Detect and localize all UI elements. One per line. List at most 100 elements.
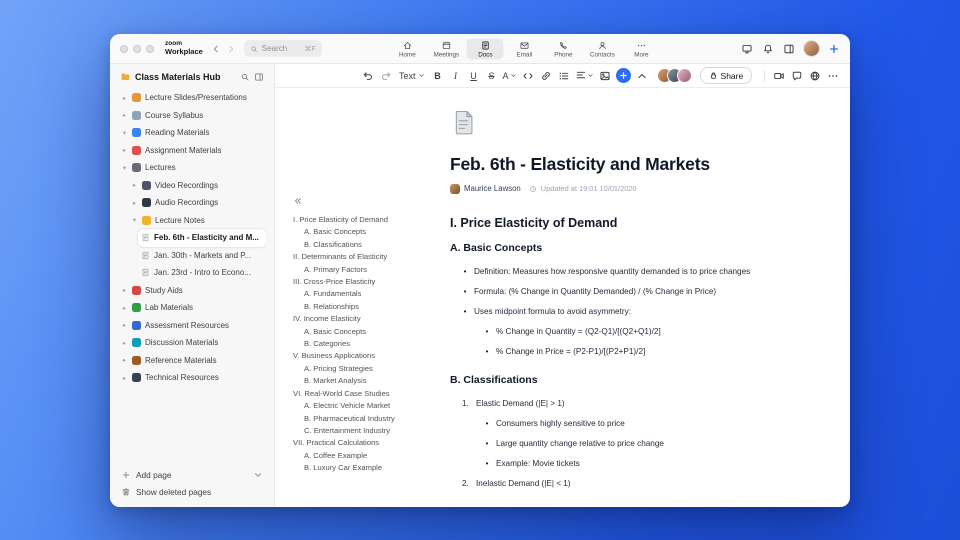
translate-button[interactable]	[808, 68, 822, 84]
outline-item-a-coffee-example[interactable]: A. Coffee Example	[293, 450, 445, 462]
tree-item-jan-30th-markets-and-p[interactable]: Jan. 30th - Markets and P...	[138, 247, 266, 265]
tree-item-assessment-resources[interactable]: ▸ Assessment Resources	[118, 317, 266, 335]
insert-block-button[interactable]	[615, 68, 631, 83]
collaborator-avatars[interactable]	[656, 68, 692, 83]
italic-button[interactable]: I	[449, 68, 463, 84]
chevron-right-icon[interactable]: ▸	[121, 356, 128, 364]
notifications-icon[interactable]	[762, 43, 774, 55]
tree-item-reference-materials[interactable]: ▸ Reference Materials	[118, 352, 266, 370]
outline-item-a-basic-concepts[interactable]: A. Basic Concepts	[293, 326, 445, 338]
tree-item-course-syllabus[interactable]: ▸ Course Syllabus	[118, 107, 266, 125]
outline-item-a-fundamentals[interactable]: A. Fundamentals	[293, 288, 445, 300]
tree-item-assignment-materials[interactable]: ▸ Assignment Materials	[118, 142, 266, 160]
comments-button[interactable]	[790, 68, 804, 84]
tree-item-lecture-slides-presentations[interactable]: ▸ Lecture Slides/Presentations	[118, 89, 266, 107]
tree-item-discussion-materials[interactable]: ▸ Discussion Materials	[118, 334, 266, 352]
chevron-right-icon[interactable]: ▸	[121, 94, 128, 102]
chevron-right-icon[interactable]: ▸	[121, 304, 128, 312]
tree-item-jan-23rd-intro-to-econo[interactable]: Jan. 23rd - Intro to Econo...	[138, 264, 266, 282]
chevron-right-icon[interactable]: ▸	[121, 111, 128, 119]
share-button[interactable]: Share	[699, 67, 753, 84]
outline-item-b-market-analysis[interactable]: B. Market Analysis	[293, 375, 445, 387]
tab-meetings[interactable]: Meetings	[428, 38, 465, 59]
text-style-dropdown[interactable]: Text	[397, 68, 427, 84]
bullet-item[interactable]: • Definition: Measures how responsive qua…	[450, 266, 828, 278]
outline-item-b-luxury-car-example[interactable]: B. Luxury Car Example	[293, 462, 445, 474]
outline-item-a-pricing-strategies[interactable]: A. Pricing Strategies	[293, 363, 445, 375]
tab-phone[interactable]: Phone	[545, 38, 582, 59]
show-deleted-pages-button[interactable]: Show deleted pages	[118, 485, 266, 499]
toggle-panel-icon[interactable]	[783, 43, 795, 55]
outline-item-b-pharmaceutical-industry[interactable]: B. Pharmaceutical Industry	[293, 413, 445, 425]
chevron-right-icon[interactable]: ▸	[131, 199, 138, 207]
chevron-down-icon[interactable]: ▾	[121, 129, 128, 137]
maximize-window-button[interactable]	[146, 44, 154, 53]
tree-item-audio-recordings[interactable]: ▸ Audio Recordings	[128, 194, 266, 212]
chevron-right-icon[interactable]: ▸	[131, 181, 138, 189]
bullet-item[interactable]: •% Change in Price = (P2-P1)/[(P2+P1)/2]	[450, 346, 828, 358]
subsection-heading[interactable]: B. Classifications	[450, 374, 828, 386]
outline-item-ii-determinants-of-elasticity[interactable]: II. Determinants of Elasticity	[293, 251, 445, 263]
strikethrough-button[interactable]: S	[485, 68, 499, 84]
outline-item-c-entertainment-industry[interactable]: C. Entertainment Industry	[293, 425, 445, 437]
sidebar-collapse-icon[interactable]	[254, 72, 264, 82]
sidebar-search-icon[interactable]	[240, 72, 250, 82]
outline-item-b-relationships[interactable]: B. Relationships	[293, 301, 445, 313]
bold-button[interactable]: B	[431, 68, 445, 84]
user-avatar[interactable]	[804, 41, 819, 56]
bullet-list-button[interactable]	[557, 68, 571, 84]
tree-item-reading-materials[interactable]: ▾ Reading Materials	[118, 124, 266, 142]
tab-home[interactable]: Home	[389, 38, 426, 59]
bullet-item[interactable]: • Consumers highly sensitive to price	[450, 418, 828, 430]
chevron-right-icon[interactable]: ▸	[121, 321, 128, 329]
new-item-button[interactable]	[828, 43, 840, 55]
insert-image-button[interactable]	[598, 68, 612, 84]
tab-docs[interactable]: Docs	[466, 38, 504, 59]
tree-item-study-aids[interactable]: ▸ Study Aids	[118, 282, 266, 300]
forward-button[interactable]	[226, 44, 236, 54]
tab-contacts[interactable]: Contacts	[584, 38, 621, 59]
collapse-toolbar-button[interactable]	[635, 68, 649, 84]
tab-email[interactable]: Email	[506, 38, 543, 59]
chevron-down-icon[interactable]: ▾	[121, 164, 128, 172]
chevron-right-icon[interactable]: ▸	[121, 339, 128, 347]
subsection-heading[interactable]: A. Basic Concepts	[450, 242, 828, 254]
numbered-item[interactable]: 2. Inelastic Demand (|E| < 1)	[450, 478, 828, 490]
numbered-item[interactable]: 1. Elastic Demand (|E| > 1)	[450, 398, 828, 410]
minimize-window-button[interactable]	[133, 44, 141, 53]
tree-item-technical-resources[interactable]: ▸ Technical Resources	[118, 369, 266, 387]
outline-item-iv-income-elasticity[interactable]: IV. Income Elasticity	[293, 313, 445, 325]
devices-icon[interactable]	[741, 43, 753, 55]
tree-item-lectures[interactable]: ▾ Lectures	[118, 159, 266, 177]
code-button[interactable]	[521, 68, 535, 84]
chevron-right-icon[interactable]: ▸	[121, 286, 128, 294]
outline-item-iii-cross-price-elasticity[interactable]: III. Cross-Price Elasticity	[293, 276, 445, 288]
close-window-button[interactable]	[120, 44, 128, 53]
chevron-down-icon[interactable]: ▾	[131, 216, 138, 224]
outline-item-v-business-applications[interactable]: V. Business Applications	[293, 350, 445, 362]
bullet-item[interactable]: •% Change in Quantity = (Q2-Q1)/[(Q2+Q1)…	[450, 326, 828, 338]
bullet-item[interactable]: • Uses midpoint formula to avoid asymmetr…	[450, 306, 828, 318]
document-title[interactable]: Feb. 6th - Elasticity and Markets	[450, 154, 828, 174]
author-name[interactable]: Maurice Lawson	[464, 184, 521, 193]
outline-item-vi-real-world-case-studies[interactable]: VI. Real-World Case Studies	[293, 388, 445, 400]
add-page-options-icon[interactable]	[253, 470, 263, 480]
bullet-item[interactable]: • Example: Movie tickets	[450, 458, 828, 470]
start-video-button[interactable]	[772, 68, 786, 84]
undo-button[interactable]	[361, 68, 375, 84]
outline-item-b-classifications[interactable]: B. Classifications	[293, 239, 445, 251]
bullet-item[interactable]: • Formula: (% Change in Quantity Demanded…	[450, 286, 828, 298]
global-search-input[interactable]: Search ⌘F	[243, 40, 322, 57]
chevron-right-icon[interactable]: ▸	[121, 374, 128, 382]
outline-item-a-primary-factors[interactable]: A. Primary Factors	[293, 264, 445, 276]
align-button[interactable]	[575, 68, 594, 84]
outline-item-b-categories[interactable]: B. Categories	[293, 338, 445, 350]
section-heading[interactable]: I. Price Elasticity of Demand	[450, 216, 828, 230]
more-options-button[interactable]	[826, 68, 840, 84]
outline-item-a-basic-concepts[interactable]: A. Basic Concepts	[293, 226, 445, 238]
tree-item-lab-materials[interactable]: ▸ Lab Materials	[118, 299, 266, 317]
tree-item-lecture-notes[interactable]: ▾ Lecture Notes	[128, 212, 266, 230]
link-button[interactable]	[539, 68, 553, 84]
back-button[interactable]	[211, 44, 221, 54]
tree-item-video-recordings[interactable]: ▸ Video Recordings	[128, 177, 266, 195]
